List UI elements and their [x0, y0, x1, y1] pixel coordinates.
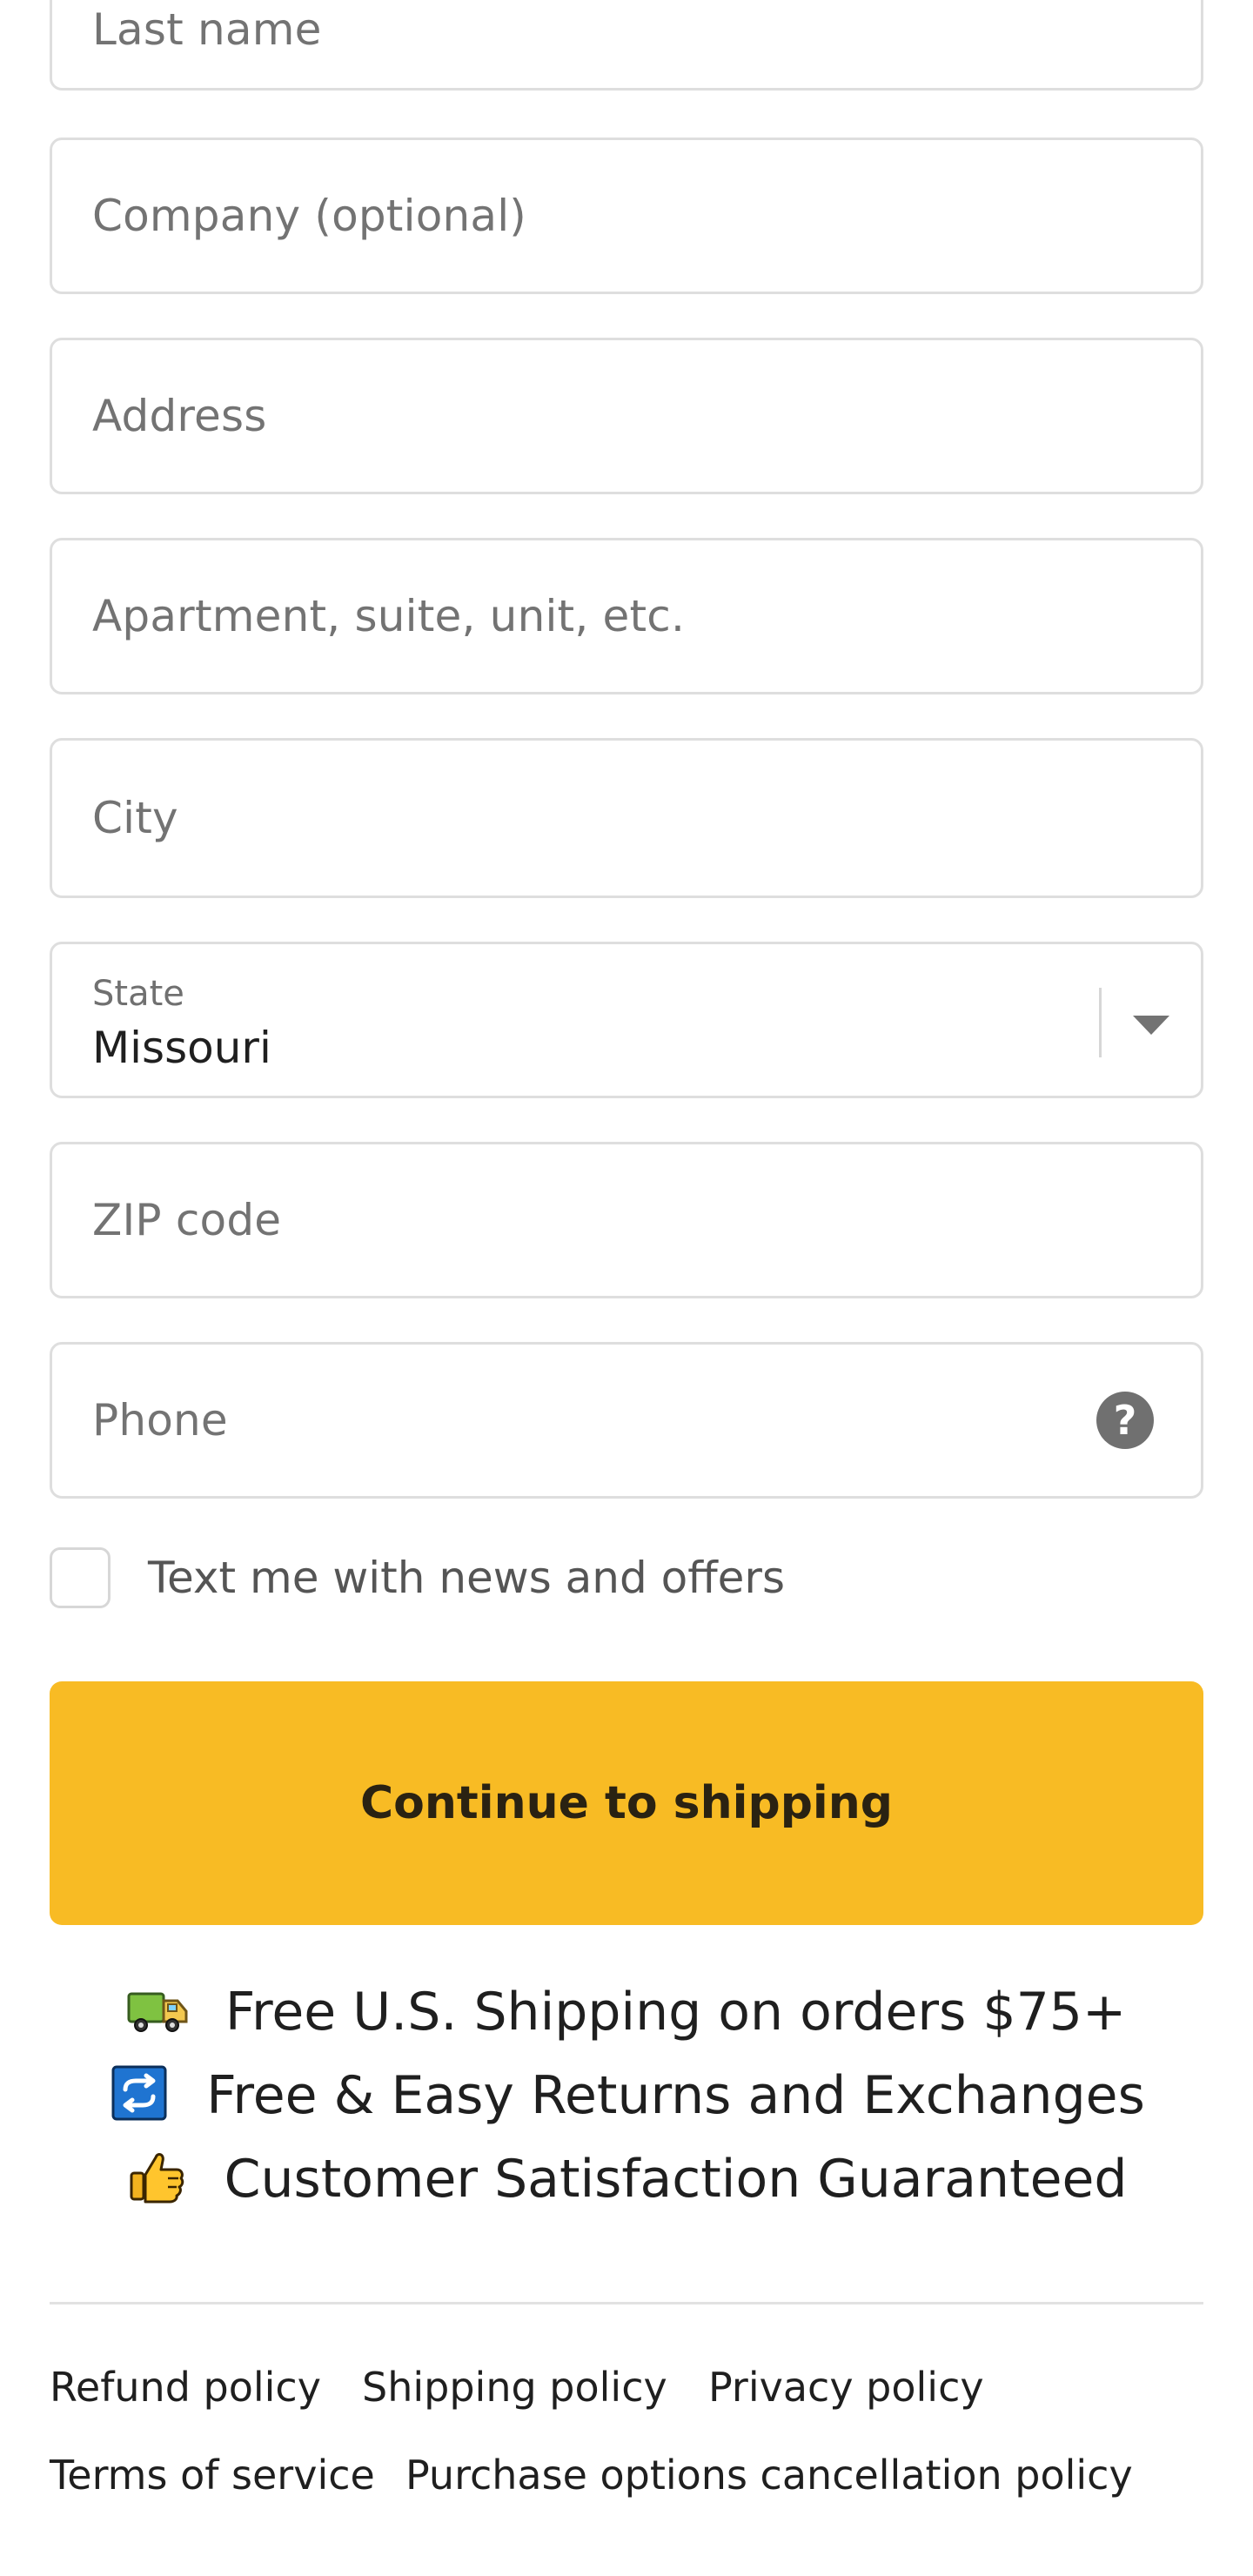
terms-of-service-link[interactable]: Terms of service [50, 2452, 375, 2499]
benefit-guarantee-text: Customer Satisfaction Guaranteed [224, 2149, 1128, 2210]
state-label: State [92, 974, 184, 1014]
text-offers-label[interactable]: Text me with news and offers [148, 1553, 785, 1603]
benefit-guarantee: Customer Satisfaction Guaranteed [0, 2153, 1253, 2210]
thumbs-up-icon [130, 2153, 184, 2204]
state-select[interactable]: State Missouri [50, 942, 1203, 1098]
repeat-icon [111, 2065, 167, 2121]
company-field[interactable]: Company (optional) [50, 138, 1203, 294]
city-placeholder: City [92, 793, 178, 843]
continue-to-shipping-button[interactable]: Continue to shipping [50, 1681, 1203, 1925]
shipping-policy-link[interactable]: Shipping policy [362, 2364, 667, 2411]
last-name-field[interactable]: Last name [50, 0, 1203, 91]
text-offers-option: Text me with news and offers [50, 1547, 1203, 1612]
zip-field[interactable]: ZIP code [50, 1142, 1203, 1298]
apartment-field[interactable]: Apartment, suite, unit, etc. [50, 538, 1203, 694]
apartment-placeholder: Apartment, suite, unit, etc. [92, 591, 686, 641]
city-field[interactable]: City [50, 738, 1203, 898]
select-divider [1099, 988, 1102, 1057]
text-offers-checkbox[interactable] [50, 1547, 111, 1608]
benefit-returns-text: Free & Easy Returns and Exchanges [206, 2065, 1145, 2126]
purchase-options-cancellation-policy-link[interactable]: Purchase options cancellation policy [405, 2452, 1133, 2499]
truck-icon [127, 1992, 188, 2033]
state-value: Missouri [92, 1023, 271, 1073]
last-name-placeholder: Last name [92, 4, 322, 55]
zip-placeholder: ZIP code [92, 1195, 282, 1245]
benefit-shipping-text: Free U.S. Shipping on orders $75+ [224, 1982, 1127, 2043]
phone-placeholder: Phone [92, 1395, 228, 1446]
benefit-returns: Free & Easy Returns and Exchanges [0, 2065, 1253, 2126]
help-icon[interactable]: ? [1096, 1392, 1154, 1449]
address-placeholder: Address [92, 391, 267, 441]
chevron-down-icon [1133, 1016, 1169, 1035]
refund-policy-link[interactable]: Refund policy [50, 2364, 321, 2411]
address-field[interactable]: Address [50, 338, 1203, 494]
company-placeholder: Company (optional) [92, 191, 527, 241]
privacy-policy-link[interactable]: Privacy policy [708, 2364, 984, 2411]
benefit-shipping: Free U.S. Shipping on orders $75+ [0, 1986, 1253, 2043]
footer-divider [50, 2302, 1203, 2304]
phone-field[interactable]: Phone ? [50, 1342, 1203, 1499]
checkout-form-page: Last name Company (optional) Address Apa… [0, 0, 1253, 2576]
